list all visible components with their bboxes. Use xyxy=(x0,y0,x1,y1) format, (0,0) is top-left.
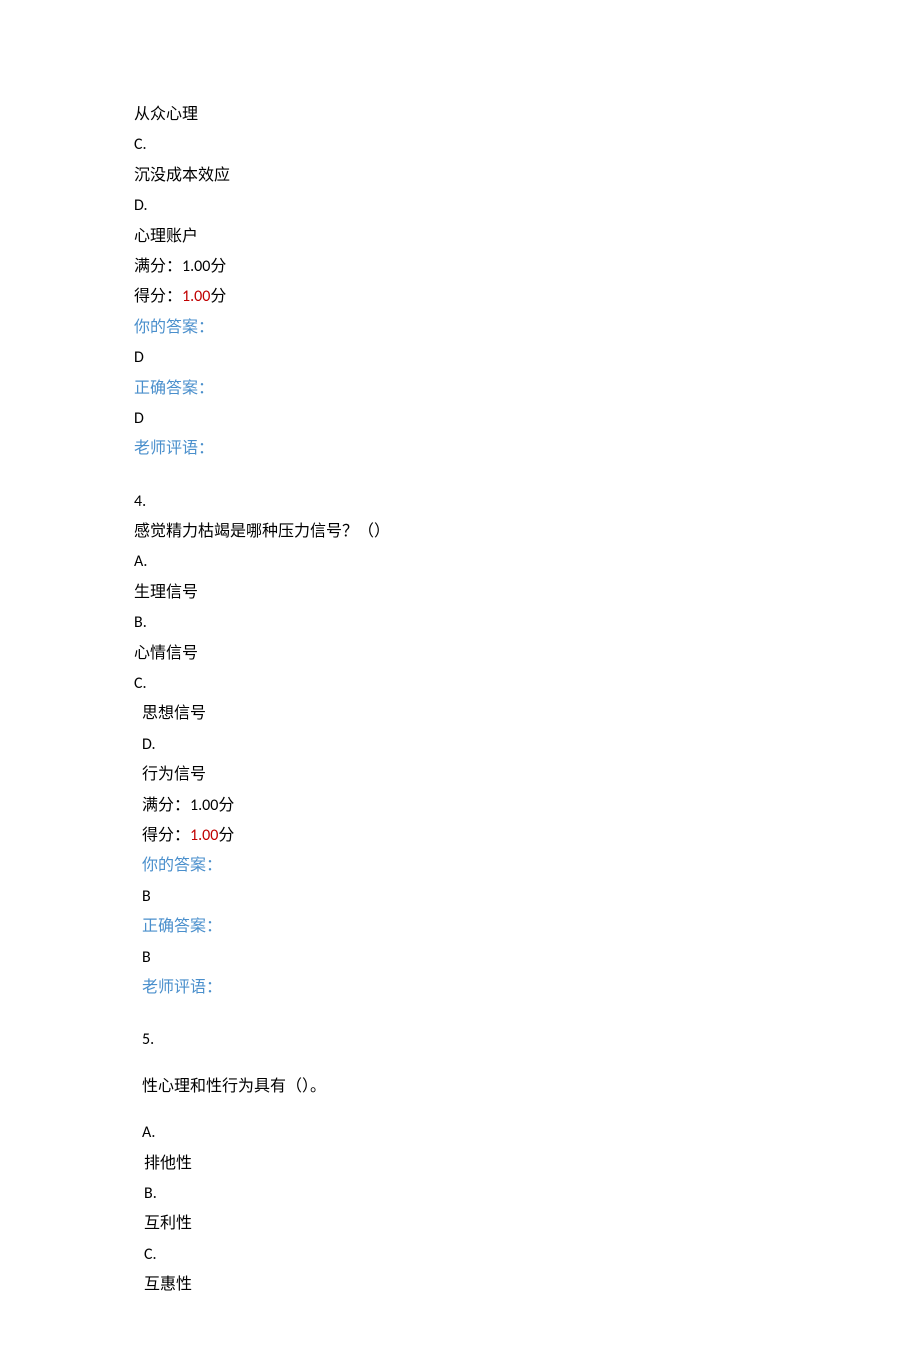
q3-option-c-letter: C. xyxy=(134,130,920,160)
q4-option-c-letter: C. xyxy=(134,669,920,699)
question-5-block: 5. 性心理和性行为具有（）。 A. 排他性 B. 互利性 C. 互惠性 xyxy=(134,1025,920,1300)
q5-option-b-letter: B. xyxy=(134,1179,920,1209)
q4-full-label: 满分： xyxy=(142,797,190,814)
q3-score-unit: 分 xyxy=(210,288,226,305)
q5-number: 5. xyxy=(134,1025,920,1055)
q3-score-label: 得分： xyxy=(134,288,182,305)
q4-option-a-letter: A. xyxy=(134,547,920,577)
q3-option-d-text: 心理账户 xyxy=(134,222,920,252)
q4-got-score: 得分：1.00分 xyxy=(134,821,920,851)
q4-score-label: 得分： xyxy=(142,827,190,844)
q3-got-score: 得分：1.00分 xyxy=(134,282,920,312)
q5-option-a-letter: A. xyxy=(134,1118,920,1148)
q4-option-b-letter: B. xyxy=(134,608,920,638)
spacer xyxy=(134,1003,920,1025)
q4-correct-answer-label: 正确答案： xyxy=(134,912,920,942)
q3-your-answer-label: 你的答案： xyxy=(134,313,920,343)
q3-full-label: 满分： xyxy=(134,258,182,275)
question-3-block: 从众心理 C. 沉没成本效应 D. 心理账户 满分：1.00分 得分：1.00分… xyxy=(134,100,920,465)
q3-full-score: 满分：1.00分 xyxy=(134,252,920,282)
q4-score-unit: 分 xyxy=(218,827,234,844)
q4-your-answer: B xyxy=(134,882,920,912)
q3-correct-answer: D xyxy=(134,404,920,434)
q4-number: 4. xyxy=(134,487,920,517)
q4-stem: 感觉精力枯竭是哪种压力信号？（） xyxy=(134,517,920,547)
q5-option-c-letter: C. xyxy=(134,1240,920,1270)
q3-option-b-text: 从众心理 xyxy=(134,100,920,130)
q4-score-value: 1.00 xyxy=(190,826,218,845)
q3-score-value: 1.00 xyxy=(182,287,210,306)
q4-teacher-label: 老师评语： xyxy=(134,973,920,1003)
q3-option-d-letter: D. xyxy=(134,191,920,221)
q4-correct-answer: B xyxy=(134,943,920,973)
q5-option-a-text: 排他性 xyxy=(134,1149,920,1179)
q4-full-unit: 分 xyxy=(218,797,234,814)
q4-full-score: 满分：1.00分 xyxy=(134,791,920,821)
q4-full-value: 1.00 xyxy=(190,796,218,815)
q4-option-b-text: 心情信号 xyxy=(134,639,920,669)
question-4-block: 4. 感觉精力枯竭是哪种压力信号？（） A. 生理信号 B. 心情信号 C. 思… xyxy=(134,487,920,1004)
q5-stem: 性心理和性行为具有（）。 xyxy=(134,1072,920,1102)
q3-your-answer: D xyxy=(134,343,920,373)
q3-full-value: 1.00 xyxy=(182,257,210,276)
spacer xyxy=(134,465,920,487)
q5-option-c-text: 互惠性 xyxy=(134,1270,920,1300)
q5-option-b-text: 互利性 xyxy=(134,1209,920,1239)
q4-option-c-text: 思想信号 xyxy=(134,699,920,729)
q3-option-c-text: 沉没成本效应 xyxy=(134,161,920,191)
q4-your-answer-label: 你的答案： xyxy=(134,851,920,881)
q4-option-d-text: 行为信号 xyxy=(134,760,920,790)
q4-option-a-text: 生理信号 xyxy=(134,578,920,608)
q3-teacher-label: 老师评语： xyxy=(134,434,920,464)
q3-full-unit: 分 xyxy=(210,258,226,275)
q3-correct-answer-label: 正确答案： xyxy=(134,374,920,404)
q4-option-d-letter: D. xyxy=(134,730,920,760)
